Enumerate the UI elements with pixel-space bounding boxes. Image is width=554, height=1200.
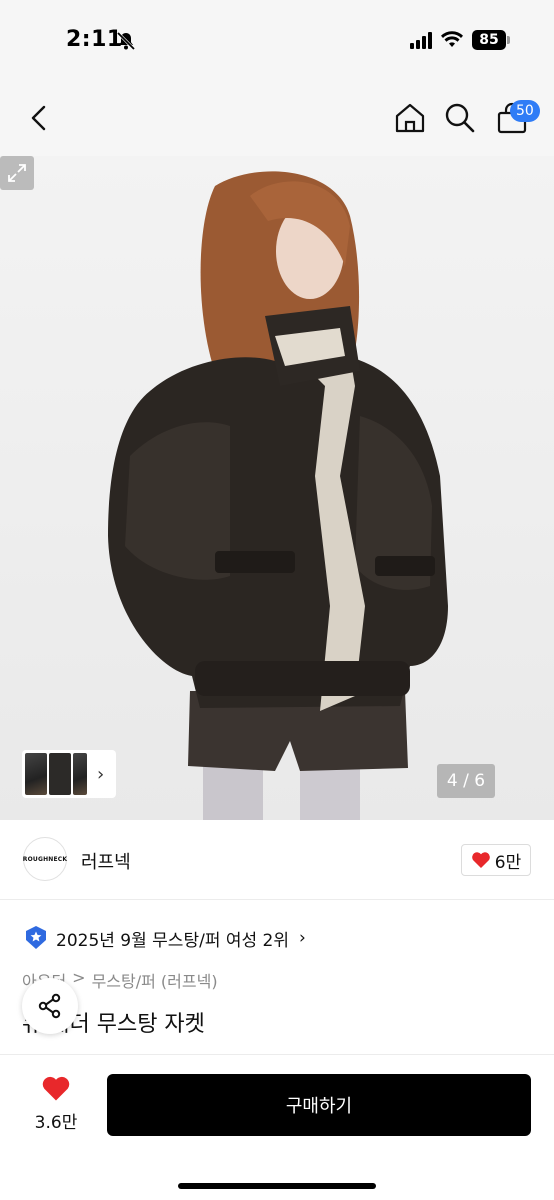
ranking-link[interactable]: 2025년 9월 무스탕/퍼 여성 2위 › xyxy=(24,924,306,952)
home-icon[interactable] xyxy=(392,100,428,136)
brand-like-count: 6만 xyxy=(494,852,522,873)
bottom-action-bar: 3.6만 구매하기 xyxy=(0,1054,554,1200)
expand-icon[interactable] xyxy=(0,156,34,190)
brand-row[interactable]: ROUGHNECK 러프넥 6만 xyxy=(0,820,554,900)
breadcrumb-child[interactable]: 무스탕/퍼 (러프넥) xyxy=(92,968,218,992)
thumbnail-image[interactable] xyxy=(49,753,71,795)
status-time: 2:11 xyxy=(66,27,123,52)
image-page-counter: 4 / 6 xyxy=(437,764,495,798)
product-image-gallery[interactable]: › 4 / 6 xyxy=(0,156,554,820)
breadcrumb-separator: > xyxy=(72,968,86,987)
thumbnail-strip[interactable]: › xyxy=(22,750,116,798)
wishlist-button[interactable]: 3.6만 xyxy=(28,1075,84,1133)
wifi-icon xyxy=(441,31,463,47)
brand-like-button[interactable]: 6만 xyxy=(461,844,531,876)
thumbnail-image[interactable] xyxy=(25,753,47,795)
home-indicator xyxy=(178,1183,376,1189)
share-icon xyxy=(38,993,61,1019)
rank-badge-icon xyxy=(26,926,46,949)
brand-name[interactable]: 러프넥 xyxy=(81,848,131,874)
chevron-right-icon: › xyxy=(299,928,306,948)
buy-button[interactable]: 구매하기 xyxy=(107,1074,531,1136)
top-nav: 50 xyxy=(0,80,554,156)
brand-logo[interactable]: ROUGHNECK xyxy=(23,837,67,881)
status-bar: 2:11 85 xyxy=(0,0,554,80)
status-indicators: 85 xyxy=(410,30,510,50)
share-button[interactable] xyxy=(22,978,78,1034)
thumbnail-image[interactable] xyxy=(73,753,87,795)
signal-icon xyxy=(410,31,432,49)
heart-icon xyxy=(471,852,490,868)
product-photo xyxy=(108,171,448,820)
bell-off-icon xyxy=(116,31,136,51)
wishlist-count: 3.6만 xyxy=(34,1113,78,1133)
battery-icon: 85 xyxy=(472,30,510,50)
ranking-text: 2025년 9월 무스탕/퍼 여성 2위 xyxy=(56,930,289,951)
back-icon[interactable] xyxy=(22,100,58,136)
chevron-right-icon[interactable]: › xyxy=(97,764,104,785)
cart-count-badge: 50 xyxy=(510,100,540,122)
search-icon[interactable] xyxy=(442,100,478,136)
heart-icon xyxy=(42,1076,70,1101)
battery-level: 85 xyxy=(472,30,506,50)
